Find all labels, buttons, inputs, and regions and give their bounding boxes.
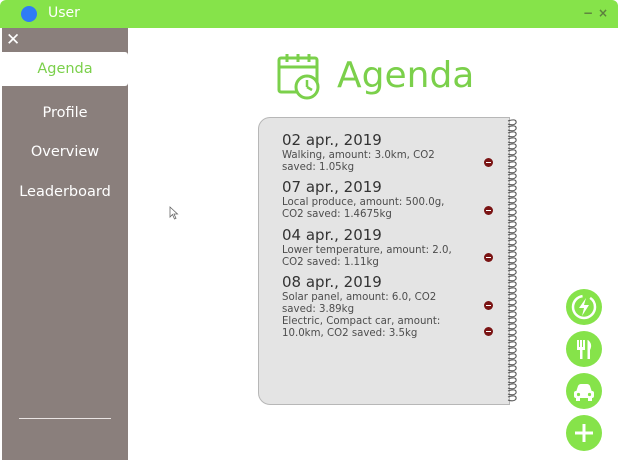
remove-icon[interactable] [484, 253, 493, 262]
remove-icon[interactable] [484, 206, 493, 215]
sidebar: ✕ Agenda Profile Overview Leaderboard [2, 28, 128, 460]
window-title: User [48, 5, 80, 21]
agenda-entry: 02 apr., 2019 Walking, amount: 3.0km, CO… [282, 131, 492, 174]
entry-date: 04 apr., 2019 [282, 226, 382, 244]
add-transport-button[interactable] [566, 373, 602, 409]
remove-icon[interactable] [484, 301, 493, 310]
title-bar: User − × [0, 0, 618, 28]
food-icon [577, 340, 592, 359]
entry-item: Electric, Compact car, amount: 10.0km, C… [282, 316, 441, 339]
page-title: Agenda [337, 55, 475, 96]
close-window-button[interactable]: × [598, 6, 608, 20]
minimize-button[interactable]: − [583, 6, 593, 20]
agenda-entry: 04 apr., 2019 Lower temperature, amount:… [282, 226, 492, 269]
calendar-clock-icon [277, 54, 320, 100]
sidebar-item-profile[interactable]: Profile [2, 105, 128, 121]
plus-icon [575, 424, 593, 442]
sidebar-item-leaderboard[interactable]: Leaderboard [2, 184, 128, 200]
notebook-spiral [507, 119, 517, 402]
sidebar-item-overview[interactable]: Overview [2, 144, 128, 160]
mouse-cursor-icon [169, 206, 179, 220]
sidebar-divider [19, 418, 111, 419]
remove-icon[interactable] [484, 158, 493, 167]
add-energy-button[interactable] [566, 289, 602, 325]
entry-date: 08 apr., 2019 [282, 273, 382, 291]
car-icon [574, 384, 594, 401]
entry-item: Lower temperature, amount: 2.0, CO2 save… [282, 245, 452, 268]
sidebar-close-button[interactable]: ✕ [6, 30, 20, 50]
entry-item: Solar panel, amount: 6.0, CO2 saved: 3.8… [282, 292, 437, 315]
add-food-button[interactable] [566, 331, 602, 367]
agenda-entry: 08 apr., 2019 Solar panel, amount: 6.0, … [282, 273, 492, 340]
remove-icon[interactable] [484, 327, 493, 336]
app-icon [21, 6, 37, 22]
sidebar-item-agenda[interactable]: Agenda [2, 52, 128, 86]
energy-icon [571, 294, 597, 320]
entry-item: Local produce, amount: 500.0g, CO2 saved… [282, 197, 445, 220]
entry-date: 02 apr., 2019 [282, 131, 382, 149]
entry-item: Walking, amount: 3.0km, CO2 saved: 1.05k… [282, 150, 435, 173]
app-window: User − × ✕ Agenda Profile Overview Leade… [0, 0, 618, 463]
agenda-entry: 07 apr., 2019 Local produce, amount: 500… [282, 178, 492, 221]
add-activity-button[interactable] [566, 415, 602, 451]
entry-date: 07 apr., 2019 [282, 178, 382, 196]
